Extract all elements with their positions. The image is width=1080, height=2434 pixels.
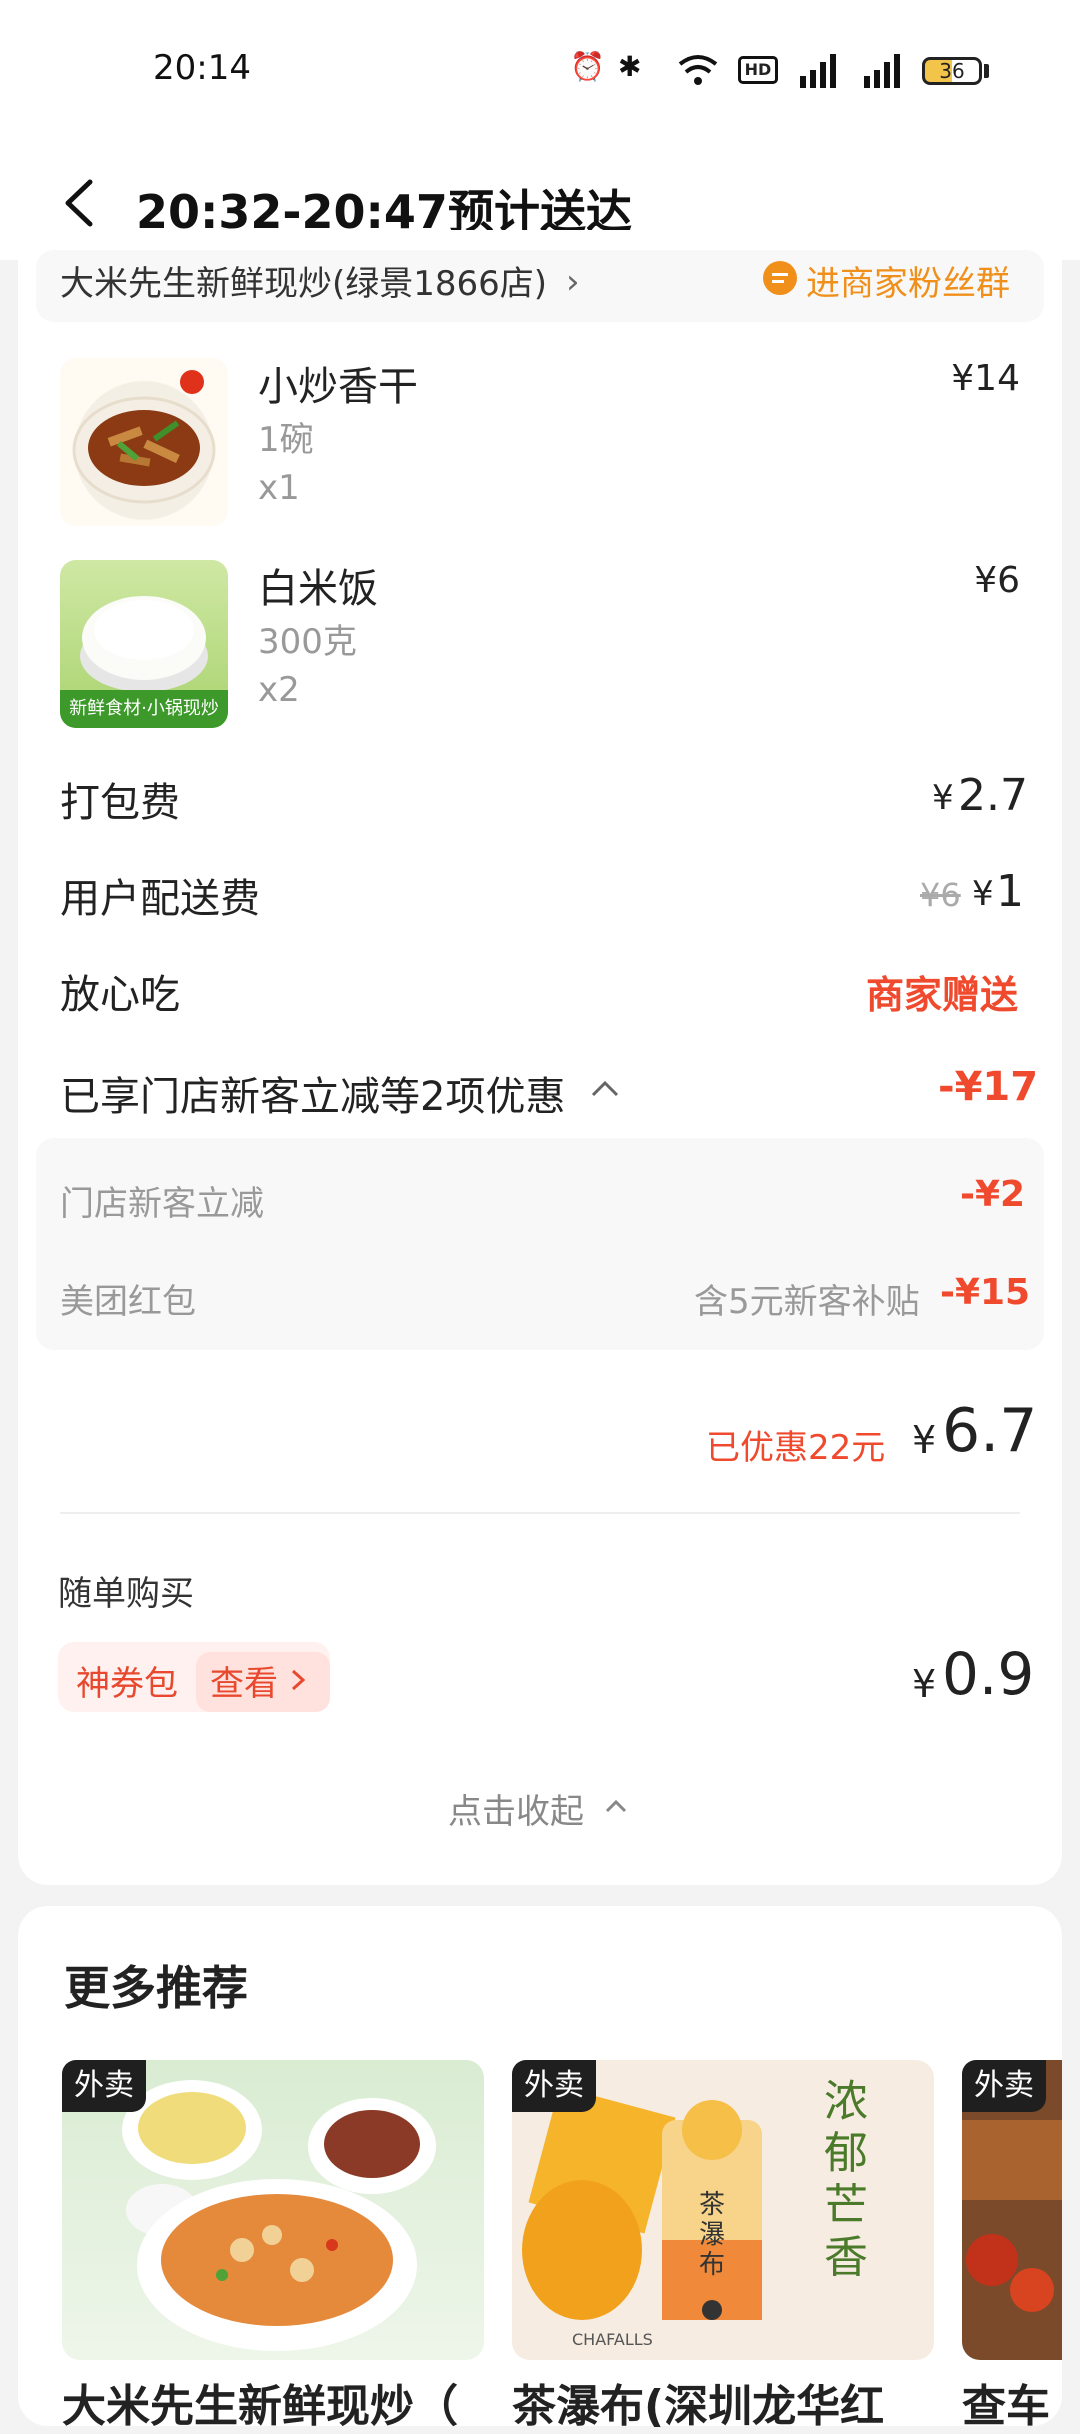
battery-tip xyxy=(984,64,989,78)
status-time: 20:14 xyxy=(153,48,251,88)
recommend-badge: 外卖 xyxy=(962,2060,1046,2112)
total-currency: ¥ xyxy=(912,1418,937,1462)
packing-fee-label: 打包费 xyxy=(60,780,180,826)
brand-text: CHAFALLS xyxy=(572,2330,653,2349)
coupon-pack-name: 神券包 xyxy=(76,1664,178,1704)
recommend-item-name[interactable]: 大米先生新鲜现炒（ xyxy=(62,2370,484,2434)
recommend-slogan: 浓郁芒香 xyxy=(824,2076,868,2283)
dish-spec: 1碗 xyxy=(258,420,314,460)
packing-fee-value: 2.7 xyxy=(958,770,1028,821)
delivery-fee-label: 用户配送费 xyxy=(60,876,260,922)
discount-value: -¥15 xyxy=(940,1272,1031,1313)
fan-group-link[interactable]: 进商家粉丝群 xyxy=(806,256,1010,305)
discount-label: 美团红包 xyxy=(60,1282,196,1322)
collapse-button[interactable]: 点击收起 xyxy=(448,1784,584,1833)
dish-image-rice[interactable]: 新鲜食材·小锅现炒 xyxy=(60,560,228,728)
dish-image-xiaochao-xianggan[interactable] xyxy=(60,358,228,526)
alarm-icon: ⏰ xyxy=(570,50,605,83)
coupon-view-label: 查看 xyxy=(210,1664,278,1704)
signal-4g-icon xyxy=(800,54,836,88)
dish-spec: 300克 xyxy=(258,622,357,662)
signal-4g-icon-2 xyxy=(864,54,900,88)
total-saved-text: 已优惠22元 xyxy=(706,1428,886,1468)
safe-eat-value: 商家赠送 xyxy=(866,973,1019,1017)
total-amount: 6.7 xyxy=(942,1396,1038,1466)
bluetooth-icon: ✱ xyxy=(618,50,642,83)
rice-image-caption: 新鲜食材·小锅现炒 xyxy=(60,690,228,728)
dish-quantity: x2 xyxy=(258,670,300,710)
recommend-title: 更多推荐 xyxy=(64,1961,248,2015)
discount-summary-value: -¥17 xyxy=(938,1064,1039,1110)
dish-price: ¥14 xyxy=(951,358,1020,399)
chevron-right-icon: › xyxy=(566,262,580,302)
cup-label: 茶瀑布 xyxy=(698,2190,725,2280)
discount-summary-toggle[interactable]: 已享门店新客立减等2项优惠 xyxy=(60,1064,565,1122)
store-name-link[interactable]: 大米先生新鲜现炒(绿景1866店) xyxy=(60,256,547,305)
hd-icon: HD xyxy=(738,56,778,84)
yuan-sign: ¥ xyxy=(932,778,954,818)
yuan-sign: ¥ xyxy=(972,874,994,914)
discount-value: -¥2 xyxy=(960,1174,1026,1215)
discount-note: 含5元新客补贴 xyxy=(694,1282,920,1322)
dish-name: 白米饭 xyxy=(258,566,378,612)
dish-price: ¥6 xyxy=(974,560,1020,601)
divider xyxy=(60,1512,1020,1514)
chevron-right-icon xyxy=(291,1669,306,1691)
discount-label: 门店新客立减 xyxy=(60,1184,264,1224)
addon-price: 0.9 xyxy=(942,1640,1035,1708)
recommend-item-name[interactable]: 茶瀑布(深圳龙华红 xyxy=(512,2370,934,2434)
dish-quantity: x1 xyxy=(258,468,300,508)
delivery-fee-value: 1 xyxy=(996,866,1024,917)
chat-bubble-icon xyxy=(763,261,797,295)
wifi-icon xyxy=(678,55,718,85)
back-arrow-icon[interactable] xyxy=(60,178,96,228)
recommend-badge: 外卖 xyxy=(512,2060,596,2112)
battery-icon: 36 xyxy=(922,57,982,85)
delivery-fee-original: ¥6 xyxy=(920,876,961,914)
recommend-item-name[interactable]: 查车 xyxy=(962,2370,1062,2434)
recommend-badge: 外卖 xyxy=(62,2060,146,2112)
chevron-up-icon[interactable] xyxy=(590,1078,620,1098)
chevron-up-icon[interactable] xyxy=(604,1798,628,1814)
safe-eat-label: 放心吃 xyxy=(60,972,180,1018)
addon-currency: ¥ xyxy=(912,1662,937,1706)
dish-name: 小炒香干 xyxy=(258,364,418,410)
addon-title: 随单购买 xyxy=(58,1574,194,1614)
